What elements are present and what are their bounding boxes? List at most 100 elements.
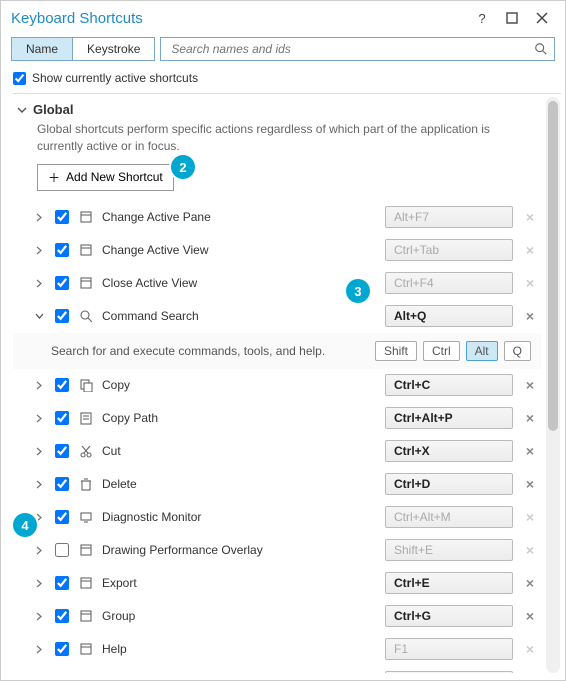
window-icon (78, 608, 94, 624)
shortcut-row: Copy PathCtrl+Alt+P× (13, 402, 541, 435)
expand-icon[interactable] (35, 612, 45, 621)
window-icon (78, 275, 94, 291)
shortcut-key[interactable]: Ctrl+E (385, 572, 513, 594)
shortcut-key[interactable]: Ctrl+C (385, 374, 513, 396)
delete-button: × (519, 242, 541, 258)
enable-checkbox[interactable] (55, 210, 69, 224)
shortcut-key[interactable]: Ctrl+F1 (385, 671, 513, 673)
close-button[interactable] (527, 7, 557, 29)
shortcut-label: Close Active View (100, 276, 379, 290)
shortcut-key[interactable]: Shift+E (385, 539, 513, 561)
main-area: 1 2 3 4 Global Global shortcuts perform … (1, 93, 565, 673)
group-header[interactable]: Global (13, 94, 541, 119)
tab-keystroke[interactable]: Keystroke (72, 37, 155, 61)
scrollbar[interactable] (546, 97, 560, 673)
enable-checkbox[interactable] (55, 243, 69, 257)
enable-checkbox[interactable] (55, 609, 69, 623)
enable-checkbox[interactable] (55, 642, 69, 656)
expand-icon[interactable] (35, 513, 45, 522)
shortcut-label: Change Active View (100, 243, 379, 257)
delete-button[interactable]: × (519, 443, 541, 459)
expand-icon[interactable] (35, 246, 45, 255)
delete-button: × (519, 542, 541, 558)
shortcut-label: Command Search (100, 309, 379, 323)
delete-button[interactable]: × (519, 308, 541, 324)
mod-ctrl[interactable]: Ctrl (423, 341, 460, 361)
shortcut-row: Copy Ctrl+C × (13, 369, 541, 402)
expand-icon[interactable] (35, 480, 45, 489)
enable-checkbox[interactable] (55, 411, 69, 425)
delete-button[interactable]: × (519, 476, 541, 492)
shortcut-row: Diagnostic MonitorCtrl+Alt+M× (13, 501, 541, 534)
show-active-checkbox[interactable] (13, 72, 26, 85)
shortcut-key[interactable]: Ctrl+Alt+M (385, 506, 513, 528)
shortcut-row: Change Active View Ctrl+Tab × (13, 234, 541, 267)
show-active-row: Show currently active shortcuts (1, 67, 565, 93)
add-shortcut-label: Add New Shortcut (66, 170, 163, 184)
delete-button: × (519, 641, 541, 657)
collapse-icon (17, 105, 27, 115)
monitor-icon (78, 509, 94, 525)
search-field[interactable] (160, 37, 555, 61)
enable-checkbox[interactable] (55, 276, 69, 290)
shortcut-key[interactable]: Ctrl+G (385, 605, 513, 627)
scrollbar-thumb[interactable] (548, 101, 558, 431)
search-icon (78, 308, 94, 324)
enable-checkbox[interactable] (55, 543, 69, 557)
shortcut-row: Delete Ctrl+D × (13, 468, 541, 501)
expand-icon[interactable] (35, 645, 45, 654)
shortcut-key[interactable]: F1 (385, 638, 513, 660)
help-button[interactable]: ? (467, 7, 497, 29)
shortcut-row: Export Ctrl+E × (13, 567, 541, 600)
trash-icon (78, 476, 94, 492)
expand-icon[interactable] (35, 279, 45, 288)
shortcut-key[interactable]: Alt+F7 (385, 206, 513, 228)
shortcut-label: Delete (100, 477, 379, 491)
shortcut-key[interactable]: Ctrl+D (385, 473, 513, 495)
shortcut-key[interactable]: Ctrl+F4 (385, 272, 513, 294)
callout-3: 3 (346, 279, 370, 303)
enable-checkbox[interactable] (55, 576, 69, 590)
shortcut-label: Copy (100, 378, 379, 392)
maximize-button[interactable] (497, 7, 527, 29)
shortcut-detail: Search for and execute commands, tools, … (13, 333, 541, 369)
tab-name[interactable]: Name (11, 37, 73, 61)
mod-key[interactable]: Q (504, 341, 531, 361)
expand-icon[interactable] (35, 447, 45, 456)
enable-checkbox[interactable] (55, 378, 69, 392)
title-bar: Keyboard Shortcuts ? (1, 1, 565, 33)
enable-checkbox[interactable] (55, 477, 69, 491)
enable-checkbox[interactable] (55, 444, 69, 458)
cut-icon (78, 443, 94, 459)
shortcut-row: Command Search Alt+Q × (13, 300, 541, 333)
shortcut-key[interactable]: Alt+Q (385, 305, 513, 327)
group-description: Global shortcuts perform specific action… (13, 119, 541, 164)
expand-icon[interactable] (35, 579, 45, 588)
delete-button[interactable]: × (519, 377, 541, 393)
shortcut-key[interactable]: Ctrl+Alt+P (385, 407, 513, 429)
shortcut-key[interactable]: Ctrl+X (385, 440, 513, 462)
mod-alt[interactable]: Alt (466, 341, 498, 361)
expand-icon[interactable] (35, 381, 45, 390)
enable-checkbox[interactable] (55, 510, 69, 524)
toolbar: Name Keystroke (1, 33, 565, 67)
delete-button: × (519, 509, 541, 525)
expand-icon[interactable] (35, 312, 45, 321)
shortcut-row: Minimize the RibbonCtrl+F1× (13, 666, 541, 673)
shortcut-label: Group (100, 609, 379, 623)
shortcut-row: Close Active ViewCtrl+F4× (13, 267, 541, 300)
mod-shift[interactable]: Shift (375, 341, 417, 361)
delete-button[interactable]: × (519, 575, 541, 591)
expand-icon[interactable] (35, 414, 45, 423)
group-title: Global (33, 102, 73, 117)
expand-icon[interactable] (35, 213, 45, 222)
shortcut-key[interactable]: Ctrl+Tab (385, 239, 513, 261)
shortcut-label: Export (100, 576, 379, 590)
search-input[interactable] (169, 41, 534, 57)
delete-button: × (519, 209, 541, 225)
add-shortcut-button[interactable]: ＋ Add New Shortcut (37, 164, 174, 191)
expand-icon[interactable] (35, 546, 45, 555)
delete-button[interactable]: × (519, 410, 541, 426)
delete-button[interactable]: × (519, 608, 541, 624)
enable-checkbox[interactable] (55, 309, 69, 323)
